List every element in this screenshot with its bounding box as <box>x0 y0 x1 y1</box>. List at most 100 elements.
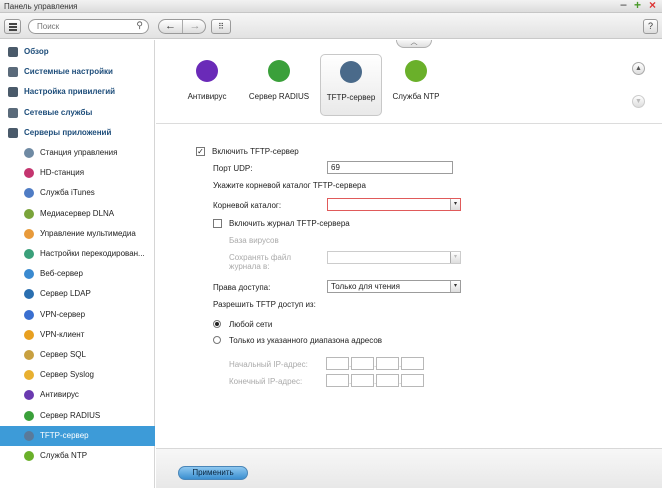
service-tab[interactable]: Служба NTP <box>388 54 444 116</box>
service-tab-label: Служба NTP <box>392 92 440 101</box>
sidebar: Обзор Системные настройки Настройка привил… <box>0 40 155 488</box>
end-ip-octet-input[interactable] <box>401 374 424 387</box>
start-ip-label: Начальный IP-адрес: <box>229 360 308 369</box>
search-input[interactable] <box>37 22 132 31</box>
sidebar-item[interactable]: Обзор <box>0 42 155 62</box>
sidebar-item[interactable]: Медиасервер DLNA <box>0 204 155 224</box>
window-title: Панель управления <box>4 2 78 11</box>
tftp-icon <box>24 430 34 441</box>
user-icon <box>8 87 18 98</box>
title-bar: Панель управления − + × <box>0 0 662 13</box>
sidebar-item-label: HD-станция <box>40 168 85 178</box>
sidebar-item-label: Настройка привилегий <box>24 87 116 97</box>
sidebar-item[interactable]: Сетевые службы <box>0 103 155 123</box>
menu-icon-line <box>9 26 17 28</box>
service-tab[interactable]: Антивирус <box>184 54 230 116</box>
save-log-select[interactable]: ▾ <box>327 251 461 264</box>
sidebar-item[interactable]: Служба NTP <box>0 446 155 466</box>
service-tab[interactable]: Сервер RADIUS <box>246 54 312 116</box>
ldap-icon <box>24 289 34 300</box>
radius-icon <box>24 410 34 421</box>
forward-button[interactable]: → <box>183 20 205 33</box>
menu-button[interactable] <box>4 19 21 34</box>
tftp-icon <box>340 61 362 83</box>
sidebar-item[interactable]: Управление мультимедиа <box>0 224 155 244</box>
minimize-button[interactable]: − <box>620 0 627 12</box>
sidebar-item[interactable]: Настройки перекодирован... <box>0 244 155 264</box>
save-log-label: Сохранять файл журнала в: <box>229 253 292 271</box>
gear-icon <box>8 67 18 78</box>
ntp-icon <box>405 60 427 82</box>
sidebar-item[interactable]: Веб-сервер <box>0 264 155 284</box>
service-tab[interactable]: TFTP-сервер <box>320 54 382 116</box>
end-ip-octet-input[interactable] <box>326 374 349 387</box>
sidebar-item-label: Сетевые службы <box>24 107 93 117</box>
search-icon[interactable]: ⚲ <box>136 20 143 31</box>
web-icon <box>24 269 34 280</box>
scroll-down-button[interactable]: ▼ <box>632 95 645 108</box>
start-ip-octet-input[interactable] <box>351 357 374 370</box>
network-icon <box>8 107 18 118</box>
radius-icon <box>268 60 290 82</box>
sidebar-item-label: Служба NTP <box>40 451 88 460</box>
start-ip-octet-input[interactable] <box>401 357 424 370</box>
sidebar-item-label: Антивирус <box>40 390 79 400</box>
sidebar-item[interactable]: Серверы приложений <box>0 123 155 143</box>
sidebar-item[interactable]: Сервер SQL <box>0 345 155 365</box>
sidebar-item[interactable]: VPN-сервер <box>0 305 155 325</box>
ip-range-label: Только из указанного диапазона адресов <box>229 336 383 345</box>
sidebar-item[interactable]: Сервер Syslog <box>0 365 155 385</box>
back-button[interactable]: ← <box>159 20 183 33</box>
scroll-up-button[interactable]: ▲ <box>632 62 645 75</box>
multimedia-icon <box>24 228 34 239</box>
sidebar-item-label: Сервер RADIUS <box>40 410 101 420</box>
root-dir-hint: Укажите корневой каталог TFTP-сервера <box>213 181 366 190</box>
help-button[interactable]: ? <box>643 19 658 34</box>
sidebar-item[interactable]: Системные настройки <box>0 62 155 82</box>
sidebar-item[interactable]: HD-станция <box>0 163 155 183</box>
sidebar-item-label: Серверы приложений <box>24 127 112 137</box>
enable-tftp-checkbox[interactable]: ✓ <box>196 147 205 156</box>
sidebar-item[interactable]: Антивирус <box>0 385 155 405</box>
vpn-server-icon <box>24 309 34 320</box>
apply-button[interactable]: Применить <box>178 466 248 480</box>
menu-icon-line <box>9 29 17 31</box>
antivirus-icon <box>24 390 34 401</box>
ip-range-radio[interactable] <box>213 336 221 344</box>
transcode-icon <box>24 249 34 259</box>
sidebar-item-label: Веб-сервер <box>40 269 83 279</box>
end-ip-label: Конечный IP-адрес: <box>229 377 303 386</box>
sidebar-item[interactable]: Служба iTunes <box>0 183 155 203</box>
antivirus-icon <box>196 60 218 82</box>
access-rights-label: Права доступа: <box>213 283 271 292</box>
main-panel: ︿ ▲ ▼ Антивирус Сервер RADIUS TFTP-сервер С… <box>156 39 662 488</box>
sidebar-item[interactable]: Сервер RADIUS <box>0 406 155 426</box>
udp-port-input[interactable]: 69 <box>327 161 453 174</box>
root-dir-select[interactable]: ▾ <box>327 198 461 211</box>
chevron-down-icon[interactable]: ▾ <box>450 199 460 210</box>
grid-view-button[interactable]: ⠿ <box>211 19 231 34</box>
enable-log-checkbox[interactable] <box>213 219 222 228</box>
nav-buttons: ← → <box>158 19 206 34</box>
any-network-radio[interactable] <box>213 320 221 328</box>
sidebar-item[interactable]: Станция управления <box>0 143 155 163</box>
end-ip-octet-input[interactable] <box>351 374 374 387</box>
access-rights-select[interactable]: Только для чтения ▾ <box>327 280 461 293</box>
close-button[interactable]: × <box>649 0 656 12</box>
start-ip-octet-input[interactable] <box>326 357 349 370</box>
chevron-down-icon[interactable]: ▾ <box>450 281 460 292</box>
chevron-down-icon[interactable]: ▾ <box>450 252 460 263</box>
collapse-icon-bar-button[interactable]: ︿ <box>396 39 432 48</box>
start-ip-octet-input[interactable] <box>376 357 399 370</box>
sidebar-item[interactable]: VPN-клиент <box>0 325 155 345</box>
any-network-label: Любой сети <box>229 320 273 329</box>
sidebar-item[interactable]: TFTP-сервер <box>0 425 155 446</box>
end-ip-octet-input[interactable] <box>376 374 399 387</box>
sidebar-item[interactable]: Настройка привилегий <box>0 82 155 102</box>
dlna-icon <box>24 208 34 219</box>
sidebar-item-label: Сервер LDAP <box>40 289 91 299</box>
maximize-button[interactable]: + <box>634 0 641 12</box>
sidebar-item-label: Станция управления <box>40 148 118 157</box>
sidebar-item[interactable]: Сервер LDAP <box>0 284 155 304</box>
search-box[interactable]: ⚲ <box>28 19 149 34</box>
